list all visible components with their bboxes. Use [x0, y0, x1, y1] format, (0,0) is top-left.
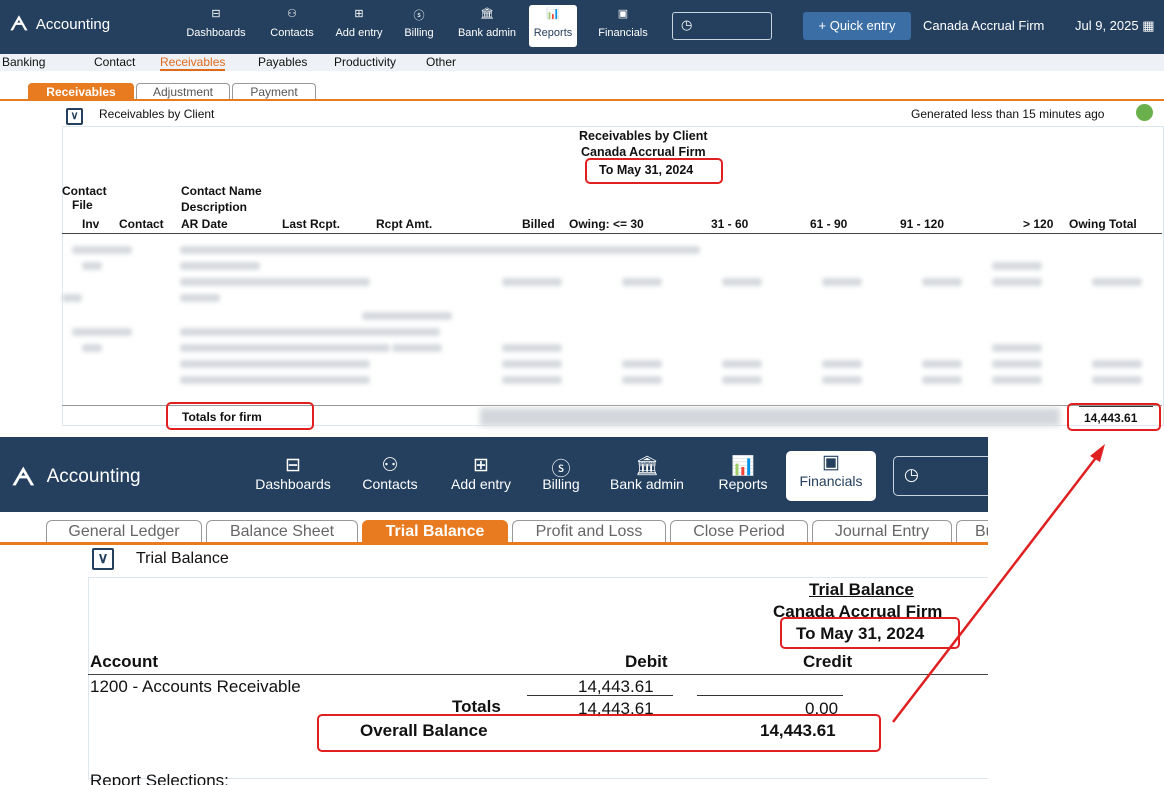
- annotation-arrow: [892, 444, 1105, 723]
